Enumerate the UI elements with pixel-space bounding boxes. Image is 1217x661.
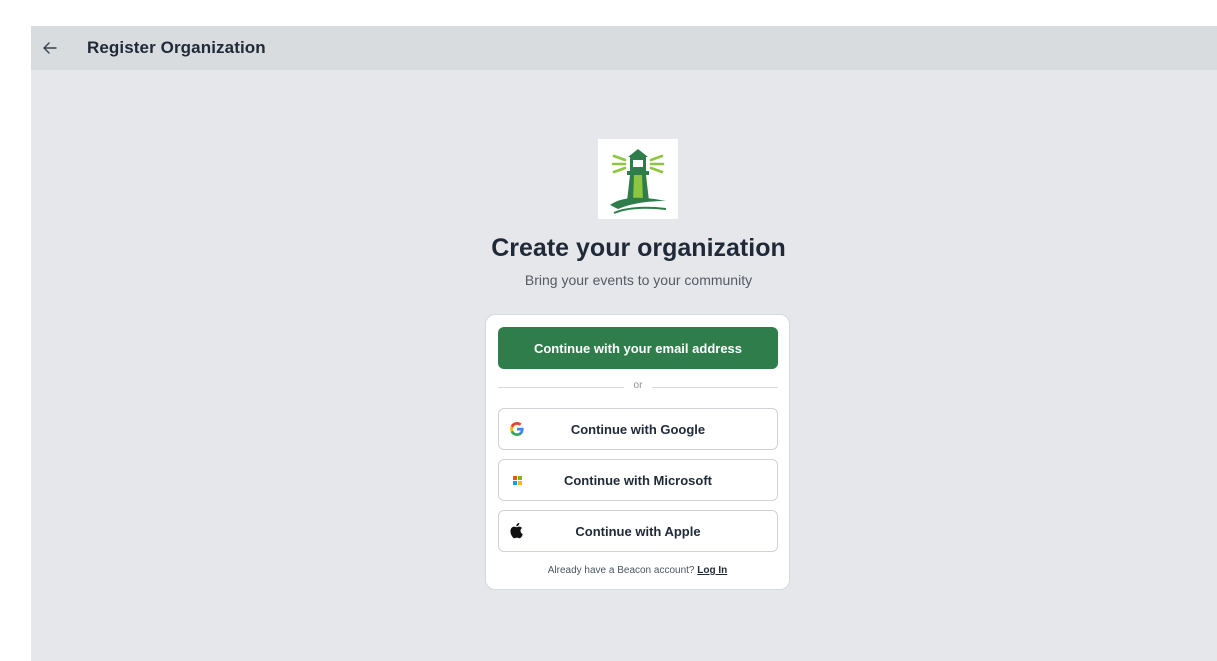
- card-heading: Create your organization: [491, 234, 786, 262]
- continue-with-email-button[interactable]: Continue with your email address: [498, 327, 778, 369]
- microsoft-button-label: Continue with Microsoft: [563, 473, 713, 488]
- apple-button-label: Continue with Apple: [575, 524, 701, 539]
- divider-line-left: [498, 387, 624, 388]
- login-prompt-text: Already have a Beacon account?: [547, 565, 695, 576]
- auth-card: Continue with your email address or Cont…: [485, 314, 790, 590]
- back-button[interactable]: [39, 37, 61, 59]
- google-button-label: Continue with Google: [570, 422, 706, 437]
- page-header: Register Organization: [31, 26, 1217, 70]
- continue-with-google-button[interactable]: Continue with Google: [498, 408, 778, 450]
- login-link[interactable]: Log In: [697, 565, 727, 576]
- page-frame: Register Organization Create your organi…: [31, 26, 1217, 661]
- arrow-left-icon: [43, 42, 57, 54]
- or-divider: or: [498, 380, 778, 394]
- divider-or-text: or: [633, 380, 643, 391]
- card-subheading: Bring your events to your community: [524, 272, 753, 288]
- login-prompt: Already have a Beacon account? Log In: [486, 565, 789, 576]
- top-gap: [0, 0, 1217, 26]
- continue-with-apple-button[interactable]: Continue with Apple: [498, 510, 778, 552]
- lighthouse-logo: [598, 139, 678, 219]
- continue-with-microsoft-button[interactable]: Continue with Microsoft: [498, 459, 778, 501]
- divider-line-right: [652, 387, 778, 388]
- page-title: Register Organization: [87, 38, 266, 57]
